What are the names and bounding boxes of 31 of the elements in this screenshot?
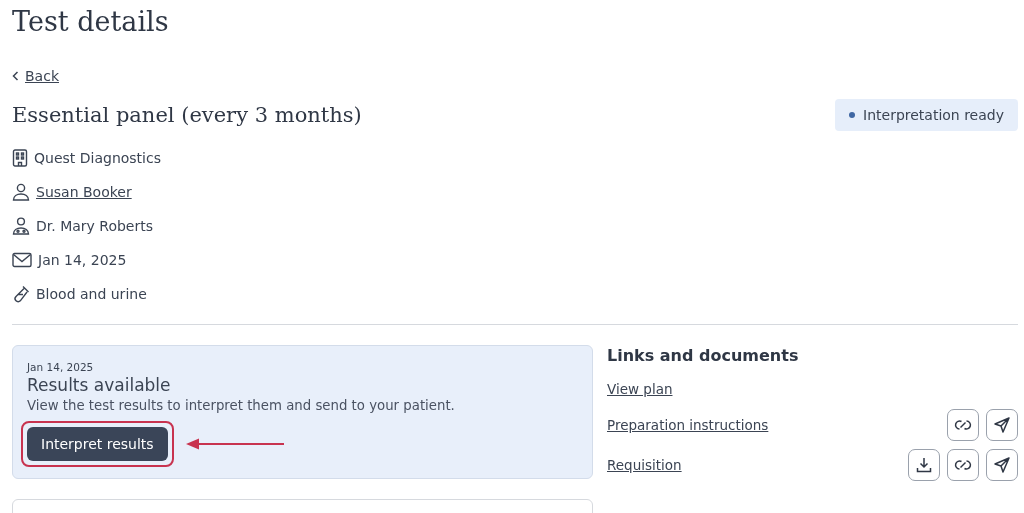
send-icon [993, 456, 1011, 474]
result-description: View the test results to interpret them and send to your patient. [27, 398, 456, 413]
chevron-left-icon [12, 71, 19, 81]
person-icon [12, 183, 30, 201]
interpret-results-button[interactable]: Interpret results [27, 427, 168, 461]
envelope-icon [12, 252, 32, 268]
doctor-icon [12, 217, 30, 235]
send-icon [993, 416, 1011, 434]
patient-link[interactable]: Susan Booker [36, 184, 132, 200]
page-title: Test details [12, 5, 170, 39]
document-link[interactable]: View plan [607, 381, 673, 397]
status-label: Interpretation ready [863, 107, 1004, 123]
back-link[interactable]: Back [25, 68, 59, 84]
detail-text: Jan 14, 2025 [38, 252, 127, 268]
document-link[interactable]: Requisition [607, 457, 682, 473]
detail-text: Blood and urine [36, 286, 147, 302]
test-tube-icon [12, 285, 30, 303]
send-button[interactable] [986, 449, 1018, 481]
test-name: Essential panel (every 3 months) [12, 103, 362, 127]
copy-link-button[interactable] [947, 409, 979, 441]
result-title: Results available [27, 375, 172, 395]
result-date: Jan 14, 2025 [27, 361, 95, 373]
detail-text: Quest Diagnostics [34, 150, 161, 166]
download-icon [915, 456, 933, 474]
section-heading: Links and documents [607, 346, 800, 365]
send-button[interactable] [986, 409, 1018, 441]
document-link[interactable]: Preparation instructions [607, 417, 769, 433]
copy-link-button[interactable] [947, 449, 979, 481]
building-icon [12, 149, 28, 167]
download-button[interactable] [908, 449, 940, 481]
detail-text: Dr. Mary Roberts [36, 218, 153, 234]
